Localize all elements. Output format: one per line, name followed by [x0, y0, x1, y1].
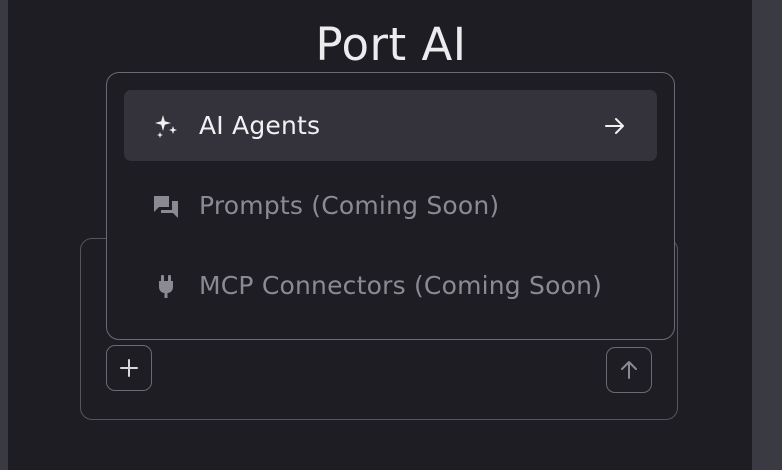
menu-item-label: AI Agents [199, 111, 321, 140]
send-button[interactable] [606, 347, 652, 393]
menu-item-label: Prompts (Coming Soon) [199, 191, 500, 220]
menu-item-ai-agents[interactable]: AI Agents [124, 90, 657, 161]
arrow-right-icon [605, 117, 624, 134]
chat-bubbles-icon [152, 192, 180, 220]
plug-icon [152, 272, 180, 300]
menu-item-mcp-connectors[interactable]: MCP Connectors (Coming Soon) [124, 250, 657, 321]
arrow-up-icon [621, 361, 637, 379]
sparkles-icon [152, 112, 180, 140]
menu-item-label: MCP Connectors (Coming Soon) [199, 271, 603, 300]
page-title: Port AI [315, 18, 467, 71]
plus-icon [120, 359, 138, 377]
menu-item-prompts[interactable]: Prompts (Coming Soon) [124, 170, 657, 241]
add-button[interactable] [106, 345, 152, 391]
mode-dropdown-menu: AI Agents Prompts (Coming Soon) MCP Conn… [106, 72, 675, 340]
app-window: Port AI AI Agents Prompts (Coming Soon) … [0, 0, 782, 470]
